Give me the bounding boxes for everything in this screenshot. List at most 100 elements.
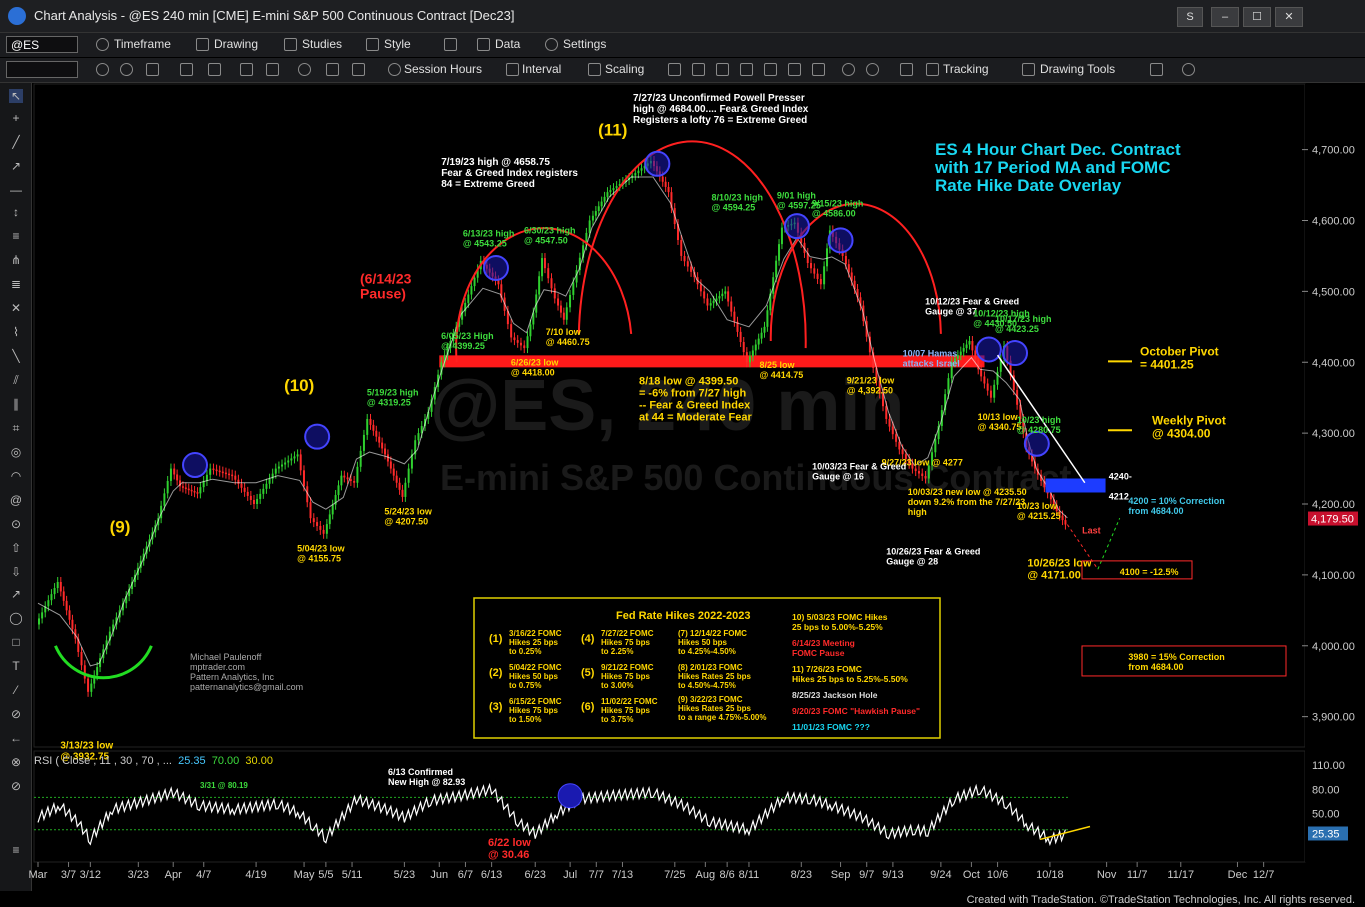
time-cycle-icon[interactable]: ⊙	[9, 517, 23, 531]
zoom-out-icon[interactable]	[866, 63, 879, 76]
fed-entry-line: to 2.25%	[601, 647, 633, 656]
find-icon[interactable]	[180, 63, 193, 76]
arrow-up-icon[interactable]: ⇧	[9, 541, 23, 555]
fibonacci-icon[interactable]: ≣	[9, 277, 23, 291]
andrews-icon[interactable]: ⌗	[9, 421, 23, 435]
fed-right-line: 6/14/23 Meeting	[792, 638, 855, 648]
interval-menu[interactable]: Interval	[522, 62, 561, 76]
trendline-icon[interactable]: ╱	[9, 135, 23, 149]
minimize-button[interactable]: –	[1211, 7, 1239, 27]
timeframe-menu[interactable]: Timeframe	[114, 37, 171, 51]
sync-icon[interactable]	[120, 63, 133, 76]
candle-body	[500, 284, 503, 298]
ray-icon[interactable]: ↗	[9, 159, 23, 173]
watermark-contract: E-mini S&P 500 Continuous Contract	[440, 457, 1071, 498]
zoom-in-icon[interactable]	[842, 63, 855, 76]
session-hours-menu[interactable]: Session Hours	[404, 62, 482, 76]
candle-body	[105, 640, 108, 650]
settings-menu[interactable]: Settings	[563, 37, 606, 51]
interval-input[interactable]	[6, 61, 78, 78]
pitchfork-icon[interactable]: ⋔	[9, 253, 23, 267]
symbol-input[interactable]: @ES	[6, 36, 78, 53]
arc-icon[interactable]: ◠	[9, 469, 23, 483]
dot-style-icon[interactable]	[788, 63, 801, 76]
pointer-icon[interactable]: ↖	[9, 89, 23, 103]
target-icon[interactable]: ◎	[9, 445, 23, 459]
arrow-icon[interactable]: ↗	[9, 587, 23, 601]
ohlc-icon[interactable]	[764, 63, 777, 76]
candle-body	[234, 475, 237, 480]
candle-body	[748, 356, 751, 363]
candle-body	[914, 468, 917, 472]
fib-fan-icon[interactable]: ⌇	[9, 325, 23, 339]
link-icon[interactable]	[266, 63, 279, 76]
candle-body	[986, 383, 989, 391]
cycle-icon[interactable]: ∥	[9, 397, 23, 411]
close-button[interactable]: ✕	[1275, 7, 1303, 27]
fed-entry-number: (2)	[489, 667, 503, 679]
chat-icon[interactable]	[1182, 63, 1195, 76]
text-icon[interactable]: T	[9, 659, 23, 673]
grid-icon[interactable]	[208, 63, 221, 76]
settings-small-icon[interactable]	[298, 63, 311, 76]
chart-annotation-line: attacks Israel	[903, 358, 960, 368]
delete-drawing-icon[interactable]: ⊘	[9, 707, 23, 721]
candle-body	[693, 271, 696, 278]
chart-icon[interactable]	[352, 63, 365, 76]
scaling-menu[interactable]: Scaling	[605, 62, 644, 76]
ruler-icon[interactable]: ⊘	[9, 779, 23, 793]
candle-body	[895, 434, 898, 442]
cursor-icon[interactable]	[240, 63, 253, 76]
drawing-tools-menu[interactable]: Drawing Tools	[1040, 62, 1115, 76]
x-tick-label: Dec	[1228, 869, 1248, 881]
refresh-icon[interactable]	[96, 63, 109, 76]
style-menu[interactable]: Style	[384, 37, 411, 51]
export-icon[interactable]	[1150, 63, 1163, 76]
hollow-candle-icon[interactable]	[716, 63, 729, 76]
x-tick-label: 5/11	[342, 869, 363, 881]
speed-lines-icon[interactable]: ╲	[9, 349, 23, 363]
drawing-menu[interactable]: Drawing	[214, 37, 258, 51]
area-style-icon[interactable]	[812, 63, 825, 76]
tracking-grid-icon[interactable]	[900, 63, 913, 76]
magnet-icon[interactable]: ⊗	[9, 755, 23, 769]
horizontal-line-icon[interactable]: ―	[9, 183, 23, 197]
candle-body	[965, 344, 968, 349]
y-tick-label: 4,600.00	[1312, 215, 1355, 227]
vertical-line-icon[interactable]: ↕	[9, 205, 23, 219]
back-arrow-icon[interactable]: ←	[9, 731, 23, 745]
bar-style-icon[interactable]	[668, 63, 681, 76]
lock-icon[interactable]	[326, 63, 339, 76]
candle-style-icon[interactable]	[692, 63, 705, 76]
crosshair-icon[interactable]: +	[9, 111, 23, 125]
candle-body	[924, 476, 927, 479]
maximize-button[interactable]: ☐	[1243, 7, 1271, 27]
pivot-level-label-line: @ 4304.00	[1152, 426, 1211, 440]
settings-lines-icon[interactable]: ≡	[9, 843, 23, 857]
layout-icon[interactable]	[444, 38, 457, 51]
tracking-menu[interactable]: Tracking	[943, 62, 989, 76]
drawing-icon	[196, 38, 209, 51]
fed-entry-line: to 0.75%	[509, 681, 541, 690]
drawing-toolbar: ↖ + ╱ ↗ ― ↕ ≡ ⋔ ≣ ✕ ⌇ ╲ ⫽ ∥ ⌗ ◎ ◠ @ ⊙ ⇧ …	[0, 83, 32, 891]
eraser-icon[interactable]: ⁄	[9, 683, 23, 697]
candle-body	[553, 288, 556, 299]
candle-body	[337, 485, 340, 496]
arrow-down-icon[interactable]: ⇩	[9, 565, 23, 579]
data-menu[interactable]: Data	[495, 37, 520, 51]
rectangle-icon[interactable]: □	[9, 635, 23, 649]
chart-annotation-line: 10/23 high	[1017, 415, 1061, 425]
price-chart[interactable]: @ES, 240 min E-mini S&P 500 Continuous Co…	[0, 0, 1365, 907]
s-button[interactable]: S	[1177, 7, 1203, 27]
gann-icon[interactable]: ✕	[9, 301, 23, 315]
candle-body	[835, 236, 838, 244]
ellipse-icon[interactable]: ◯	[9, 611, 23, 625]
spiral-icon[interactable]: @	[9, 493, 23, 507]
line-style-icon[interactable]	[740, 63, 753, 76]
candle-body	[778, 244, 781, 261]
window-icon[interactable]	[146, 63, 159, 76]
studies-menu[interactable]: Studies	[302, 37, 342, 51]
chart-annotation-line: 6/05/23 High	[441, 331, 494, 341]
channel-icon[interactable]: ≡	[9, 229, 23, 243]
regression-icon[interactable]: ⫽	[9, 373, 23, 387]
